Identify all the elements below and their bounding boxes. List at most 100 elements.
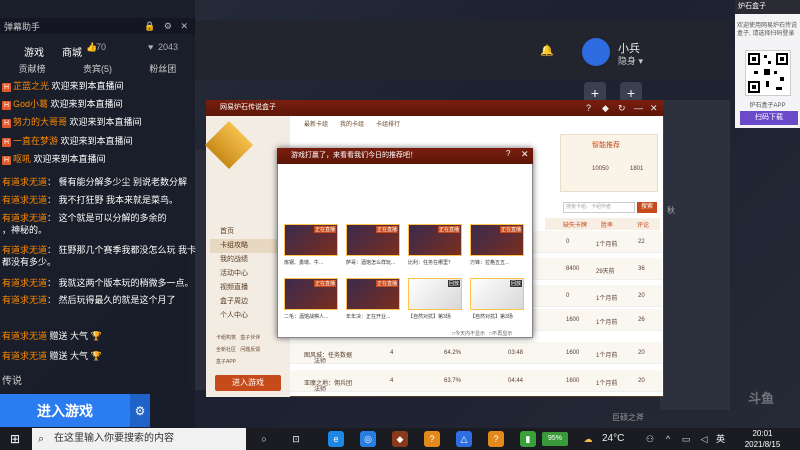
stream-topbar: [190, 20, 730, 80]
chat-tabs: 贡献榜 贵宾(5) 粉丝团: [0, 62, 195, 74]
chat-user[interactable]: 芷蓝之光: [13, 81, 49, 91]
tab-contribution[interactable]: 贡献榜: [19, 62, 46, 74]
network-icon[interactable]: ▭: [678, 431, 694, 447]
thumbnail-caption: 【自然对抗】第3场: [408, 314, 451, 320]
link-app[interactable]: 盒子APP: [216, 359, 236, 365]
chat-badge: H: [2, 101, 11, 110]
system-clock[interactable]: 20:01 2021/8/15: [735, 428, 790, 450]
chat-user[interactable]: 呕吼: [13, 154, 31, 164]
edge-icon[interactable]: e: [328, 431, 344, 447]
help-icon[interactable]: ?: [586, 100, 591, 116]
replay-thumbnail[interactable]: 回放: [470, 278, 524, 310]
popup-title: 游戏打赢了，来看看我们今日的推荐吧！: [277, 148, 533, 164]
chat-text: 我就这两个版本玩的稍微多一点。: [58, 278, 194, 288]
tab-ranking[interactable]: 卡组排行: [376, 119, 400, 128]
hearthstone-icon[interactable]: ?: [424, 431, 440, 447]
stream-thumbnail[interactable]: 正在直播: [284, 278, 338, 310]
dust-amount: 1801: [630, 166, 644, 172]
bell-icon[interactable]: 🔔: [540, 44, 554, 57]
link-feedback[interactable]: 问题反馈: [240, 347, 260, 353]
weather-icon[interactable]: ☁: [580, 431, 596, 447]
deck-search-button[interactable]: 搜索: [637, 202, 657, 213]
chat-user[interactable]: 有道求无道: [2, 177, 47, 187]
hide-today-checkbox[interactable]: □今天内不显示: [452, 331, 485, 337]
people-icon[interactable]: ⚇: [642, 431, 658, 447]
qr-download-button[interactable]: 扫码下载: [740, 111, 798, 125]
close-icon[interactable]: ✕: [650, 100, 658, 116]
trophy-icon: 🏆: [90, 331, 102, 341]
tab-vip[interactable]: 贵宾(5): [83, 62, 112, 74]
chat-user[interactable]: 有道求无道: [2, 351, 47, 361]
chat-text: 欢迎来到本直播间: [50, 99, 123, 109]
refresh-icon[interactable]: ↻: [618, 100, 626, 116]
link-community[interactable]: 全新社区: [216, 347, 236, 353]
link-deck-build[interactable]: 卡组构筑: [216, 335, 236, 341]
chat-text: 都没有多少。: [2, 257, 57, 267]
table-row[interactable]: 图风城：任务数据 法师 4 64.2% 03:48 1600 1个月前 20: [290, 342, 662, 365]
chat-user[interactable]: 一直在梦游: [13, 136, 58, 146]
chat-user[interactable]: 努力的大哥哥: [13, 117, 67, 127]
tab-my-decks[interactable]: 我的卡组: [340, 119, 364, 128]
chat-text: 欢迎来到本直播间: [51, 81, 124, 91]
ime-indicator[interactable]: 英: [716, 428, 725, 450]
replay-thumbnail[interactable]: 回放: [408, 278, 462, 310]
clock-date: 2021/8/15: [744, 440, 781, 449]
stream-thumbnail[interactable]: 正在直播: [284, 224, 338, 256]
qr-code-graphic: [748, 53, 788, 93]
gear-icon[interactable]: ⚙: [130, 394, 150, 427]
gold-amount: 10050: [592, 166, 609, 172]
game-icon[interactable]: ?: [488, 431, 504, 447]
chat-text: 欢迎来到本直播间: [33, 154, 106, 164]
stream-thumbnail[interactable]: 正在直播: [346, 278, 400, 310]
chat-user[interactable]: 有道求无道: [2, 278, 47, 288]
gift-box-icon[interactable]: ◆: [602, 100, 609, 116]
enter-game-button[interactable]: 进入游戏: [0, 394, 130, 427]
chat-user[interactable]: God小葛: [13, 99, 48, 109]
user-status[interactable]: 隐身 ▾: [618, 54, 643, 67]
nav-shop[interactable]: 商城: [62, 44, 82, 59]
qr-code: [745, 50, 791, 96]
battery-app-icon[interactable]: ▮: [520, 431, 536, 447]
app-enter-game-button[interactable]: 进入游戏: [215, 375, 281, 391]
task-view-icon[interactable]: ○: [256, 431, 272, 447]
stream-right-panel: [660, 100, 730, 410]
tab-fans[interactable]: 粉丝团: [149, 62, 176, 74]
windows-start-icon[interactable]: ⊞: [0, 428, 30, 450]
chat-user[interactable]: 有道求无道: [2, 295, 47, 305]
table-header: 缺失卡牌 胜率 评论: [545, 218, 660, 230]
app-icon[interactable]: △: [456, 431, 472, 447]
stream-thumbnail[interactable]: 正在直播: [408, 224, 462, 256]
minimize-icon[interactable]: —: [634, 100, 643, 116]
user-avatar[interactable]: [582, 38, 610, 66]
chat-user[interactable]: 有道求无道: [2, 213, 47, 223]
hearthstone-box-icon[interactable]: ◆: [392, 431, 408, 447]
chat-user[interactable]: 有道求无道: [2, 195, 47, 205]
popup-help-icon[interactable]: ?: [506, 149, 510, 158]
chat-controls[interactable]: 🔒 ⚙ ✕: [144, 21, 195, 32]
chat-user[interactable]: 有道求无道: [2, 245, 47, 255]
chat-badge: H: [2, 83, 11, 92]
tab-latest[interactable]: 最新卡组: [304, 119, 328, 128]
qr-title: 炉石盒子: [735, 0, 800, 14]
stream-thumbnail[interactable]: 正在直播: [470, 224, 524, 256]
battery-status[interactable]: 95%: [542, 432, 568, 446]
chat-text: 欢迎来到本直播间: [69, 117, 142, 127]
never-show-checkbox[interactable]: □不再显示: [489, 331, 512, 337]
popup-close-icon[interactable]: ✕: [521, 149, 529, 160]
deck-search-input[interactable]: 搜索卡组、卡组作者: [563, 202, 635, 213]
temperature[interactable]: 24°C: [602, 428, 624, 450]
stream-thumbnail[interactable]: 正在直播: [346, 224, 400, 256]
chat-message: H 一直在梦游 欢迎来到本直播间: [2, 135, 133, 147]
link-partner[interactable]: 盒子伙伴: [240, 335, 260, 341]
tray-chevron-icon[interactable]: ^: [660, 431, 676, 447]
qr-description: 欢迎使用网易炉石传说盒子, 请选择扫码登录: [737, 23, 798, 37]
multitask-icon[interactable]: ⊡: [288, 431, 304, 447]
col-comments: 评论: [637, 223, 650, 229]
taskbar-search-input[interactable]: 在这里输入你要搜索的内容: [32, 428, 246, 450]
volume-icon[interactable]: ◁: [696, 431, 712, 447]
table-row[interactable]: 亚摩之地：佣兵团 法师 4 63.7% 04:44 1600 1个月前 20: [290, 370, 662, 393]
browser-icon[interactable]: ◎: [360, 431, 376, 447]
thumbnail-caption: 炼钢、勇墩、牛...: [284, 260, 324, 266]
chat-user[interactable]: 有道求无道: [2, 331, 47, 341]
nav-game[interactable]: 游戏: [24, 44, 44, 59]
